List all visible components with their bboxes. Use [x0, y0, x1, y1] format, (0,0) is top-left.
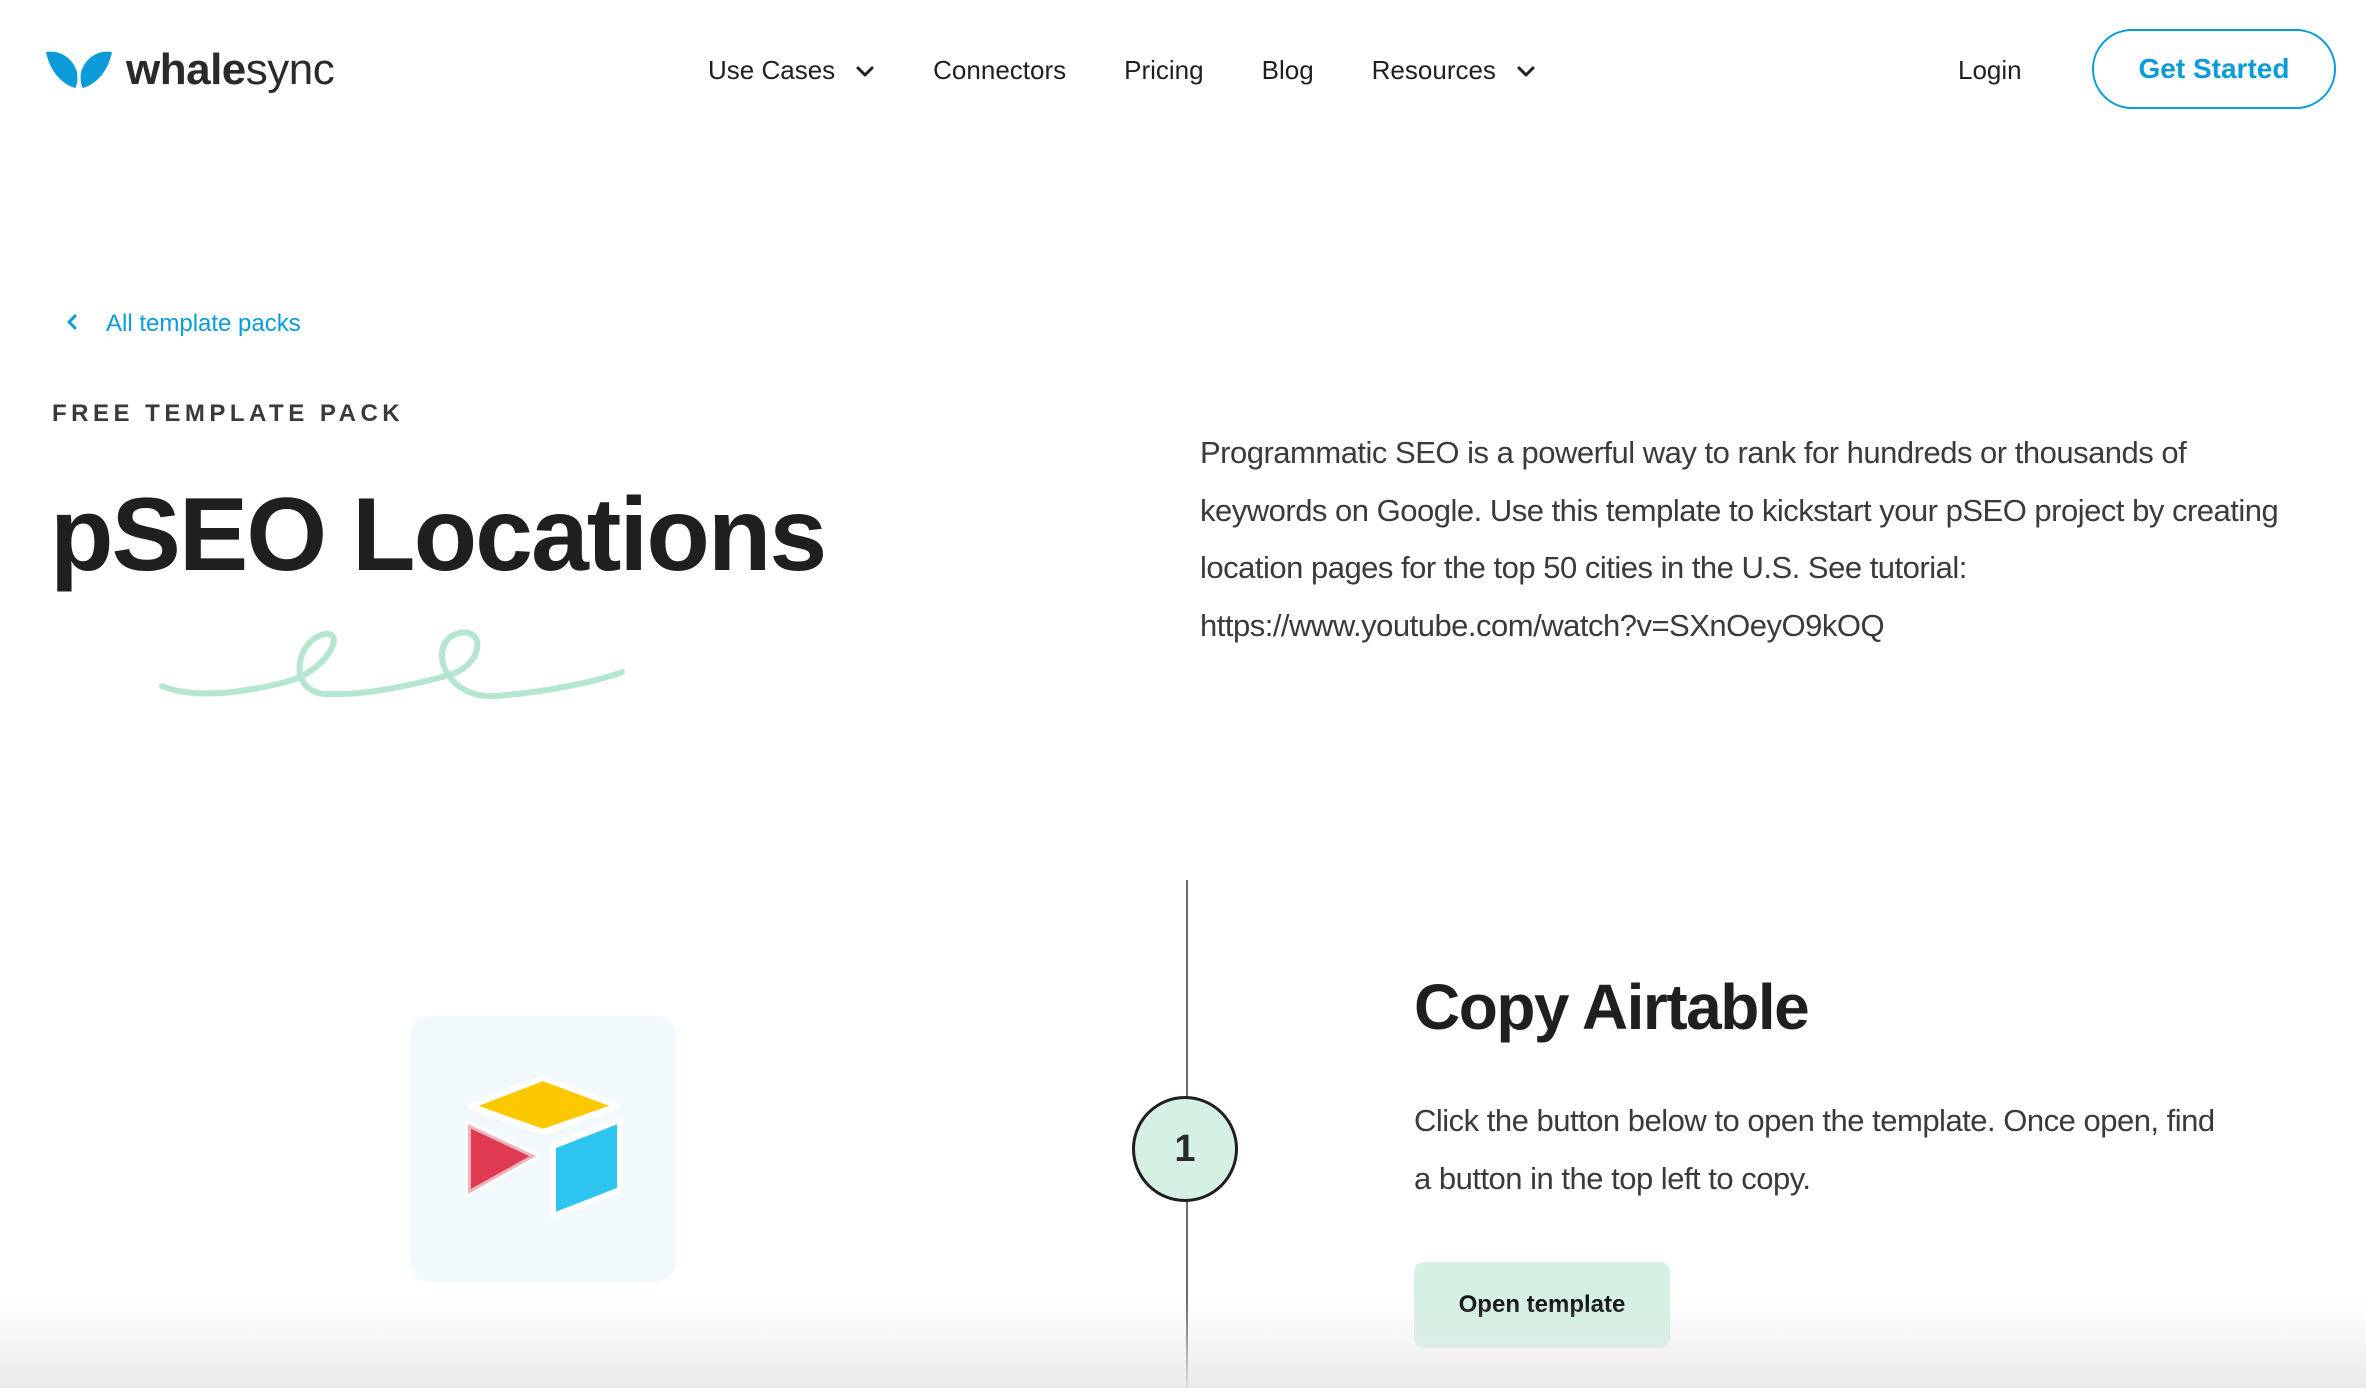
whale-tail-icon	[44, 50, 114, 90]
nav-pricing[interactable]: Pricing	[1124, 55, 1203, 86]
chevron-left-icon	[66, 313, 78, 336]
bottom-fade	[0, 1300, 2366, 1388]
nav-resources[interactable]: Resources	[1372, 55, 1536, 86]
nav-blog-label: Blog	[1261, 54, 1314, 85]
nav-connectors[interactable]: Connectors	[933, 55, 1066, 86]
chevron-down-icon	[1516, 55, 1536, 86]
description-line: Programmatic SEO is a powerful way to ra…	[1200, 435, 2187, 470]
open-template-button[interactable]: Open template	[1414, 1262, 1670, 1348]
nav-pricing-label: Pricing	[1124, 54, 1204, 85]
step-number-badge: 1	[1132, 1096, 1238, 1202]
nav-use-cases[interactable]: Use Cases	[708, 55, 875, 86]
logo-wordmark: whalesync	[126, 45, 335, 94]
page-title: pSEO Locations	[50, 477, 827, 593]
airtable-logo-icon	[458, 1072, 628, 1227]
chevron-down-icon	[855, 55, 875, 86]
login-link[interactable]: Login	[1958, 52, 2022, 88]
nav-resources-label: Resources	[1371, 54, 1496, 85]
site-header: whalesync Use Cases Connectors Pricing B…	[0, 0, 2366, 140]
get-started-button[interactable]: Get Started	[2092, 29, 2336, 109]
back-to-template-packs-link[interactable]: All template packs	[66, 310, 301, 338]
step-description-line: Click the button below to open the templ…	[1414, 1103, 2215, 1138]
decorative-squiggle	[156, 622, 632, 707]
step-description-line: a button in the top left to copy.	[1414, 1160, 1811, 1196]
step-description: Click the button below to open the templ…	[1414, 1092, 2294, 1207]
airtable-logo-card	[410, 1016, 676, 1282]
nav-blog[interactable]: Blog	[1262, 55, 1314, 86]
nav-use-cases-label: Use Cases	[708, 54, 836, 85]
description-line: keywords on Google. Use this template to…	[1200, 492, 2279, 528]
main-nav: Use Cases Connectors Pricing Blog Resour…	[708, 52, 1594, 88]
template-description: Programmatic SEO is a powerful way to ra…	[1200, 424, 2320, 654]
whalesync-logo[interactable]: whalesync	[44, 45, 335, 94]
description-tutorial-url: https://www.youtube.com/watch?v=SXnOeyO9…	[1200, 607, 1885, 643]
description-line: location pages for the top 50 cities in …	[1200, 550, 1967, 585]
nav-connectors-label: Connectors	[933, 54, 1067, 85]
eyebrow-label: FREE TEMPLATE PACK	[52, 400, 405, 427]
step-title: Copy Airtable	[1414, 971, 1810, 1043]
back-link-label: All template packs	[106, 310, 301, 337]
